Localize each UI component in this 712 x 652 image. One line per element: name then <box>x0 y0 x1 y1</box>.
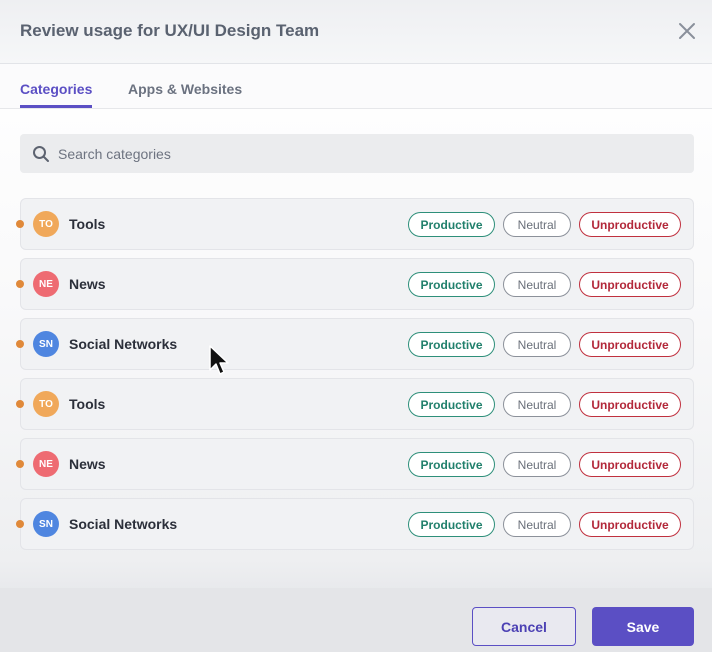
productive-chip[interactable]: Productive <box>408 332 495 357</box>
mouse-pointer-icon <box>209 345 229 375</box>
neutral-chip[interactable]: Neutral <box>503 392 571 417</box>
classification-chips: Productive Neutral Unproductive <box>408 392 681 417</box>
search-input[interactable] <box>58 145 658 162</box>
category-row: SN Social Networks Productive Neutral Un… <box>16 498 694 550</box>
unproductive-chip[interactable]: Unproductive <box>579 332 681 357</box>
classification-chips: Productive Neutral Unproductive <box>408 452 681 477</box>
status-dot <box>16 520 24 528</box>
unproductive-chip[interactable]: Unproductive <box>579 272 681 297</box>
dialog-title: Review usage for UX/UI Design Team <box>20 21 320 40</box>
unproductive-chip[interactable]: Unproductive <box>579 452 681 477</box>
productive-chip[interactable]: Productive <box>408 392 495 417</box>
dialog-header: Review usage for UX/UI Design Team <box>0 0 712 64</box>
tab-apps-websites[interactable]: Apps & Websites <box>128 81 242 105</box>
productive-chip[interactable]: Productive <box>408 452 495 477</box>
status-dot <box>16 220 24 228</box>
category-avatar: SN <box>33 511 59 537</box>
neutral-chip[interactable]: Neutral <box>503 332 571 357</box>
neutral-chip[interactable]: Neutral <box>503 212 571 237</box>
category-avatar: SN <box>33 331 59 357</box>
category-label: Social Networks <box>69 516 178 532</box>
category-row: TO Tools Productive Neutral Unproductive <box>16 198 694 250</box>
category-avatar: TO <box>33 211 59 237</box>
status-dot <box>16 280 24 288</box>
status-dot <box>16 400 24 408</box>
review-usage-dialog: Review usage for UX/UI Design Team Categ… <box>0 0 712 652</box>
search-box <box>20 134 694 173</box>
neutral-chip[interactable]: Neutral <box>503 272 571 297</box>
close-icon <box>679 23 695 39</box>
category-avatar: TO <box>33 391 59 417</box>
category-row: TO Tools Productive Neutral Unproductive <box>16 378 694 430</box>
close-button[interactable] <box>674 18 700 44</box>
tab-bar: Categories Apps & Websites <box>0 64 712 109</box>
category-label: Tools <box>69 216 106 232</box>
category-label: Social Networks <box>69 336 178 352</box>
category-row: NE News Productive Neutral Unproductive <box>16 438 694 490</box>
category-avatar: NE <box>33 271 59 297</box>
category-avatar: NE <box>33 451 59 477</box>
search-icon <box>33 145 49 162</box>
category-row: SN Social Networks Productive Neutral Un… <box>16 318 694 370</box>
classification-chips: Productive Neutral Unproductive <box>408 332 681 357</box>
save-button[interactable]: Save <box>592 607 694 646</box>
status-dot <box>16 340 24 348</box>
category-label: Tools <box>69 396 106 412</box>
cancel-button[interactable]: Cancel <box>472 607 576 646</box>
classification-chips: Productive Neutral Unproductive <box>408 272 681 297</box>
unproductive-chip[interactable]: Unproductive <box>579 392 681 417</box>
dialog-footer: Cancel Save <box>0 588 712 652</box>
category-label: News <box>69 276 106 292</box>
tab-categories[interactable]: Categories <box>20 81 93 108</box>
neutral-chip[interactable]: Neutral <box>503 512 571 537</box>
productive-chip[interactable]: Productive <box>408 272 495 297</box>
classification-chips: Productive Neutral Unproductive <box>408 512 681 537</box>
category-row: NE News Productive Neutral Unproductive <box>16 258 694 310</box>
unproductive-chip[interactable]: Unproductive <box>579 212 681 237</box>
status-dot <box>16 460 24 468</box>
unproductive-chip[interactable]: Unproductive <box>579 512 681 537</box>
productive-chip[interactable]: Productive <box>408 512 495 537</box>
category-label: News <box>69 456 106 472</box>
neutral-chip[interactable]: Neutral <box>503 452 571 477</box>
classification-chips: Productive Neutral Unproductive <box>408 212 681 237</box>
productive-chip[interactable]: Productive <box>408 212 495 237</box>
